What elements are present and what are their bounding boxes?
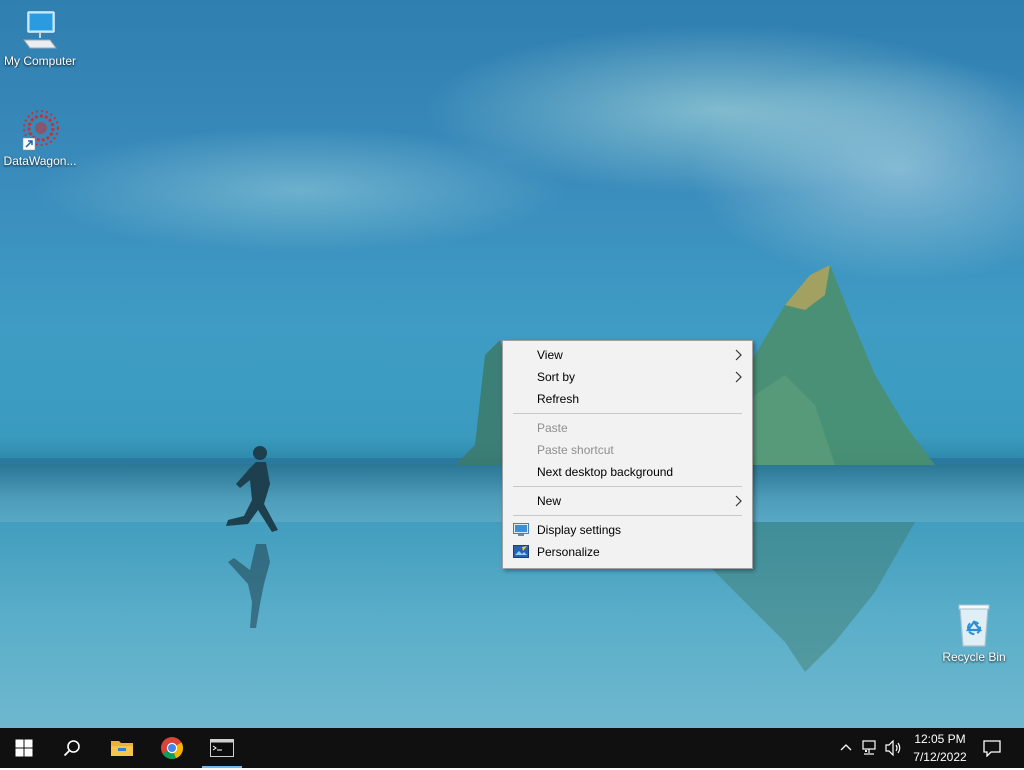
personalize-icon (513, 545, 529, 558)
menu-item-new[interactable]: New (503, 490, 752, 512)
chrome-icon (161, 737, 184, 760)
datawagon-shortcut-icon (22, 110, 59, 151)
menu-item-next-desktop-background[interactable]: Next desktop background (503, 461, 752, 483)
desktop-icon-datawagon[interactable]: DataWagon... (0, 108, 80, 168)
file-explorer-icon (111, 741, 133, 756)
desktop-icon-my-computer[interactable]: My Computer (0, 10, 80, 68)
start-icon (15, 739, 33, 757)
menu-item-label: Next desktop background (537, 465, 674, 479)
menu-item-view[interactable]: View (503, 344, 752, 366)
runner-silhouette (226, 446, 278, 628)
menu-item-display-settings[interactable]: Display settings (503, 519, 752, 541)
menu-separator (513, 515, 742, 516)
notification-icon (983, 740, 1001, 757)
desktop-icon-recycle-bin[interactable]: Recycle Bin (934, 602, 1014, 664)
chevron-up-icon (840, 744, 852, 751)
menu-item-paste-shortcut: Paste shortcut (503, 439, 752, 461)
taskbar: 12:05 PM 7/12/2022 (0, 728, 1024, 768)
menu-item-label: Sort by (537, 370, 576, 384)
start-button[interactable] (0, 728, 48, 768)
tray-show-hidden-icons[interactable] (836, 728, 856, 768)
chevron-right-icon (735, 349, 742, 361)
computer-icon (23, 11, 57, 49)
menu-item-label: Paste (537, 421, 568, 435)
menu-separator (513, 486, 742, 487)
display-settings-icon (513, 523, 529, 536)
terminal-icon (210, 739, 234, 757)
clock-date: 7/12/2022 (913, 750, 967, 764)
menu-item-label: Personalize (537, 545, 600, 559)
clock-time: 12:05 PM (914, 732, 966, 746)
taskbar-file-explorer[interactable] (98, 728, 146, 768)
menu-item-label: Display settings (537, 523, 622, 537)
chevron-right-icon (735, 371, 742, 383)
network-icon (862, 740, 876, 755)
action-center-button[interactable] (978, 728, 1006, 768)
menu-item-sort-by[interactable]: Sort by (503, 366, 752, 388)
taskbar-chrome[interactable] (148, 728, 196, 768)
desktop-icon-label: Recycle Bin (942, 650, 1006, 664)
menu-item-personalize[interactable]: Personalize (503, 541, 752, 563)
menu-item-label: View (537, 348, 563, 362)
taskbar-clock[interactable]: 12:05 PM 7/12/2022 (900, 728, 980, 770)
taskbar-terminal[interactable] (198, 728, 246, 768)
recycle-bin-icon (958, 604, 990, 647)
desktop-icon-label: DataWagon... (3, 154, 77, 168)
chevron-right-icon (735, 495, 742, 507)
menu-item-label: New (537, 494, 562, 508)
tray-network[interactable] (858, 728, 882, 768)
menu-item-label: Refresh (537, 392, 580, 406)
menu-item-refresh[interactable]: Refresh (503, 388, 752, 410)
menu-item-label: Paste shortcut (537, 443, 614, 457)
search-icon (63, 740, 80, 757)
desktop-icon-label: My Computer (3, 54, 77, 68)
search-button[interactable] (48, 728, 96, 768)
menu-item-paste: Paste (503, 417, 752, 439)
menu-separator (513, 413, 742, 414)
desktop-context-menu: View Sort by Refresh Paste Paste shortcu… (502, 340, 753, 569)
